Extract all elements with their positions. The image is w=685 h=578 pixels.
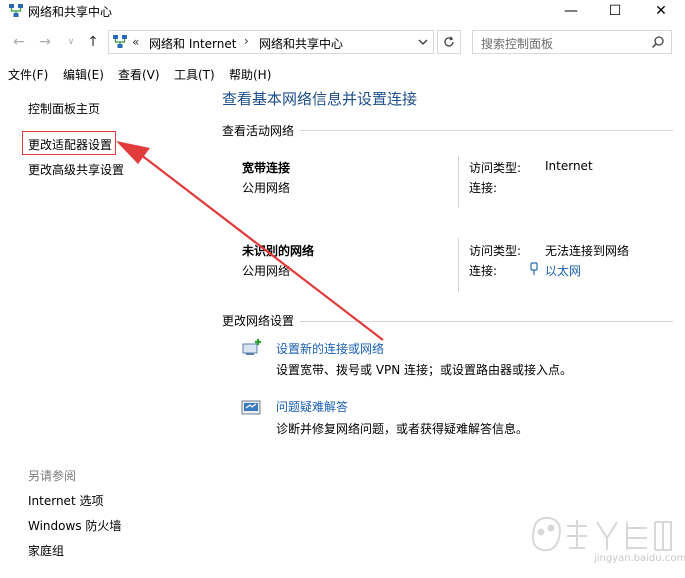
recent-locations-button[interactable]: ∨ (62, 32, 80, 52)
search-box[interactable]: 搜索控制面板 (472, 30, 672, 54)
refresh-button[interactable] (437, 30, 461, 54)
up-button[interactable]: ↑ (84, 32, 102, 52)
network-name: 未识别的网络 (242, 244, 315, 258)
troubleshoot-problems-link[interactable]: 问题疑难解答 (276, 398, 348, 415)
search-icon[interactable] (651, 35, 665, 49)
breadcrumb-network-internet[interactable]: 网络和 Internet (149, 35, 236, 52)
breadcrumb-separator-icon[interactable]: › (244, 34, 249, 48)
access-type-label: 访问类型: (469, 161, 522, 175)
network-category: 公用网络 (242, 264, 291, 278)
back-button[interactable]: ← (10, 32, 28, 52)
access-type-value: Internet (545, 159, 593, 173)
address-overflow-icon[interactable]: « (132, 35, 139, 49)
setup-new-connection-link[interactable]: 设置新的连接或网络 (276, 340, 384, 357)
close-button[interactable]: ✕ (639, 0, 683, 22)
sidebar-link-control-panel-home[interactable]: 控制面板主页 (28, 100, 100, 117)
section-divider (300, 130, 673, 131)
new-connection-icon (242, 339, 261, 355)
connections-label: 连接: (469, 264, 498, 278)
section-divider (300, 321, 673, 322)
troubleshoot-problems-description: 诊断并修复网络问题，或者获得疑难解答信息。 (276, 422, 529, 436)
see-also-heading: 另请参阅 (28, 469, 77, 483)
setup-new-connection-description: 设置宽带、拨号或 VPN 连接；或设置路由器或接入点。 (276, 363, 573, 377)
network-category: 公用网络 (242, 181, 291, 195)
sidebar-link-windows-firewall[interactable]: Windows 防火墙 (28, 517, 121, 534)
change-network-settings-heading: 更改网络设置 (222, 314, 295, 328)
network-center-icon (9, 4, 23, 17)
active-networks-heading: 查看活动网络 (222, 124, 295, 138)
refresh-icon (444, 36, 454, 47)
menu-help[interactable]: 帮助(H) (229, 66, 271, 83)
troubleshoot-icon (241, 400, 261, 415)
minimize-button[interactable]: — (549, 0, 593, 22)
ethernet-icon (530, 262, 538, 275)
connections-label: 连接: (469, 181, 498, 195)
sidebar-link-advanced-sharing-settings[interactable]: 更改高级共享设置 (28, 161, 124, 178)
access-type-value: 无法连接到网络 (545, 244, 630, 258)
page-title: 查看基本网络信息并设置连接 (222, 90, 418, 108)
network-name: 宽带连接 (242, 161, 291, 175)
menu-bar: 文件(F) 编辑(E) 查看(V) 工具(T) 帮助(H) (0, 64, 685, 84)
forward-button[interactable]: → (36, 32, 54, 52)
address-bar[interactable]: « 网络和 Internet › 网络和共享中心 (108, 30, 434, 54)
window-title: 网络和共享中心 (28, 5, 113, 19)
search-placeholder: 搜索控制面板 (481, 37, 554, 51)
access-type-label: 访问类型: (469, 244, 522, 258)
chevron-down-icon[interactable] (417, 36, 429, 48)
menu-tools[interactable]: 工具(T) (174, 66, 215, 83)
ethernet-connection-link[interactable]: 以太网 (545, 262, 581, 279)
network-center-icon (113, 35, 127, 48)
maximize-button[interactable]: ☐ (593, 0, 637, 22)
menu-view[interactable]: 查看(V) (118, 66, 160, 83)
title-bar: 网络和共享中心 — ☐ ✕ (0, 0, 685, 24)
sidebar-link-homegroup[interactable]: 家庭组 (28, 542, 64, 559)
address-row: ← → ∨ ↑ « 网络和 Internet › 网络和共享中心 搜索控制面板 (0, 30, 685, 56)
watermark-url: jingyan.baidu.com (594, 553, 685, 564)
breadcrumb-network-sharing-center[interactable]: 网络和共享中心 (259, 35, 343, 52)
network-divider (458, 156, 459, 208)
sidebar-link-change-adapter-settings[interactable]: 更改适配器设置 (28, 136, 112, 153)
sidebar-link-internet-options[interactable]: Internet 选项 (28, 492, 103, 509)
menu-file[interactable]: 文件(F) (8, 66, 48, 83)
menu-edit[interactable]: 编辑(E) (63, 66, 104, 83)
network-divider (458, 238, 459, 292)
